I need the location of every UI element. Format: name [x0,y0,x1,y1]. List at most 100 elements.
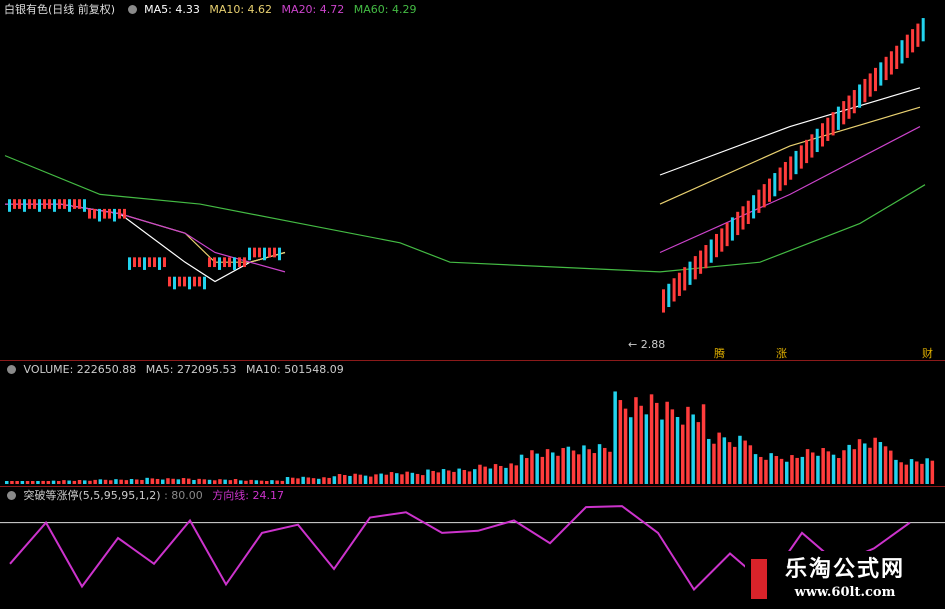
volume-bar [384,474,389,484]
volume-bar [883,446,888,484]
candle [83,199,86,212]
volume-bar [140,479,144,484]
volume-bar [753,454,758,484]
candle [709,239,713,263]
volume-bar [764,459,768,484]
candle [921,18,925,42]
low-annotation: ← 2.88 [628,338,666,351]
volume-bar [327,477,331,484]
volume-bar [72,480,77,484]
candle [223,257,226,268]
candle [203,276,206,290]
volume-bar [675,417,680,484]
volume-bar [83,480,87,484]
candle [863,78,867,103]
volume-bar [337,474,342,484]
candle [916,23,920,47]
volume-bar [556,455,560,484]
candle [153,257,156,268]
volume-bar [930,460,935,484]
volume-bar [618,400,623,484]
candle [228,257,231,268]
candle [78,199,81,209]
candle [884,56,888,81]
volume-bar [358,474,363,484]
candle [8,199,11,212]
volume-bar [727,442,732,484]
volume-bar [561,448,565,484]
candle [725,222,729,247]
volume-bar [878,442,883,484]
volume-bar [46,481,51,484]
candle [143,257,146,270]
volume-bar [670,409,675,484]
candle [879,62,883,86]
volume-bar [10,481,14,484]
volume-bar [873,437,877,484]
candle [258,247,261,258]
volume-bar [103,479,108,484]
candle [688,261,692,285]
candle [123,208,126,219]
chart-canvas[interactable] [0,0,945,609]
candle [243,257,246,268]
volume-bar [743,440,747,484]
candle [715,233,718,258]
candle [233,257,236,270]
volume-bar [769,453,773,484]
volume-bar [421,475,425,484]
volume-bar [322,477,326,484]
volume-bar [811,452,815,484]
volume-bar [717,432,721,484]
volume-bar [733,446,737,484]
volume-bar [462,470,467,484]
candle [138,257,141,268]
volume-bar [192,479,196,484]
volume-bar [436,472,441,484]
candle [253,247,256,258]
volume-bar [608,451,612,484]
volume-bar [722,437,727,484]
volume-bar [239,480,243,484]
volume-bar [665,401,669,484]
volume-bar [57,481,61,484]
volume-bar [800,456,805,484]
watermark: 乐淘公式网 www.60lt.com [745,551,945,609]
volume-bar [545,449,550,484]
volume-bar [88,480,92,484]
volume-bar [894,459,898,484]
candle [198,276,201,287]
volume-bar [603,447,607,484]
series-line-ma60 [4,155,926,273]
volume-bar [306,477,311,484]
candle [889,51,893,75]
volume-bar [525,458,529,484]
tag-zhang: 涨 [776,347,787,360]
volume-bar [197,478,201,484]
volume-bar [145,477,149,484]
candle [778,167,782,191]
volume-bar [311,478,316,484]
volume-bar [707,438,711,484]
candle [173,276,176,290]
volume-bar [415,473,420,484]
tag-teng: 腾 [714,347,725,360]
volume-bar [348,475,352,484]
volume-bar [155,478,160,484]
candle [826,117,830,141]
volume-bar [478,464,482,484]
volume-bar [686,406,690,484]
volume-bar [223,479,227,484]
candle [113,208,116,222]
candle [133,257,136,268]
volume-bar [109,480,113,484]
volume-bar [5,481,9,484]
volume-bar [837,458,841,484]
candle [48,199,51,209]
watermark-name: 乐淘公式网 [784,557,905,582]
volume-bar [920,463,924,484]
volume-bar [249,479,253,484]
volume-bar [452,471,456,484]
volume-bar [285,477,290,484]
volume-bar [187,478,191,484]
